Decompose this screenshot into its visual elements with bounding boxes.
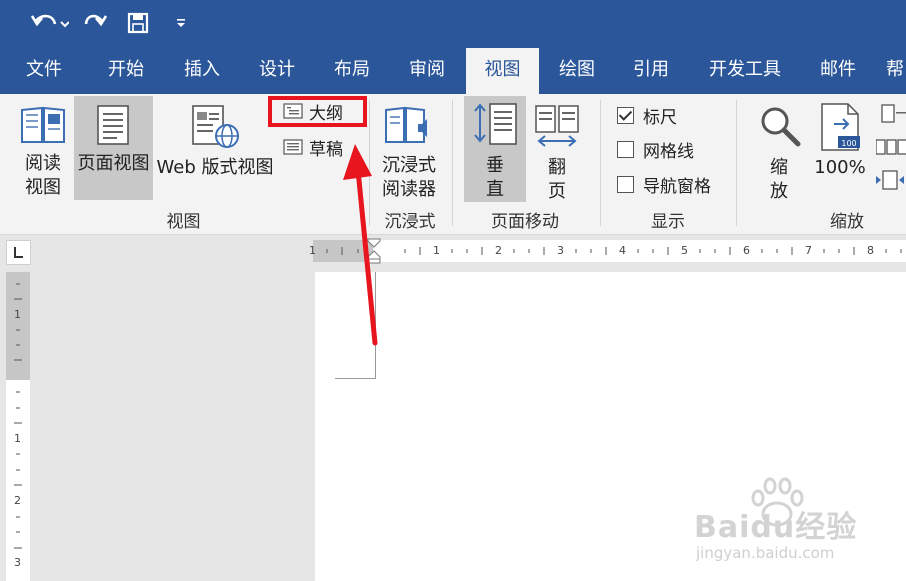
dropdown-arrow-icon: [177, 19, 185, 27]
print-layout-button[interactable]: 页面视图: [74, 96, 153, 200]
separator: [452, 100, 453, 226]
horizontal-ruler[interactable]: 1 1 2 3 4 5 6 7 8: [309, 238, 906, 264]
zoom-page-buttons: [876, 102, 906, 198]
web-layout-button[interactable]: Web 版式视图: [155, 98, 275, 202]
ruler-ticks: [326, 247, 902, 255]
left-tab-stop-icon: [14, 247, 23, 258]
web-layout-label: Web 版式视图: [156, 157, 274, 178]
redo-button[interactable]: [80, 6, 112, 40]
ruler-label: 标尺: [643, 107, 677, 128]
nav-pane-check-box[interactable]: [617, 175, 634, 193]
one-page-icon[interactable]: [876, 102, 906, 128]
draft-icon: [283, 139, 303, 155]
print-layout-label: 页面视图: [77, 153, 150, 174]
side-to-side-label-2: 页: [548, 181, 566, 202]
read-mode-label-2: 视图: [25, 177, 61, 198]
tab-developer[interactable]: 开发工具: [700, 48, 790, 94]
ruler-number: 1: [309, 244, 316, 257]
floppy-save-icon: [127, 12, 149, 34]
watermark-url: jingyan.baidu.com: [696, 544, 835, 562]
ruler-number: 1: [433, 244, 440, 257]
read-mode-label-1: 阅读: [25, 153, 61, 174]
zoom-group-label: 缩放: [830, 212, 864, 232]
gridlines-label: 网格线: [643, 141, 694, 162]
gridlines-check-box[interactable]: [617, 140, 634, 158]
nav-pane-label: 导航窗格: [643, 176, 711, 197]
zoom-100-label: 100%: [814, 157, 866, 178]
vertical-button[interactable]: 垂 直: [464, 96, 526, 202]
gridlines-checkbox[interactable]: 网格线: [617, 136, 694, 162]
zoom-label-1: 缩: [770, 157, 788, 178]
open-book-icon: [21, 106, 65, 143]
zoom-100-button[interactable]: 100 100%: [810, 98, 870, 202]
page-movement-group-label: 页面移动: [491, 212, 559, 232]
ruler-number: 5: [681, 244, 688, 257]
page-width-icon[interactable]: [876, 168, 906, 194]
ruler-number: 8: [867, 244, 874, 257]
separator: [600, 100, 601, 226]
tab-layout[interactable]: 布局: [318, 48, 386, 94]
views-group-label: 视图: [166, 212, 201, 232]
redo-arrow-icon: [84, 14, 108, 27]
draft-label: 草稿: [309, 139, 343, 160]
tab-help[interactable]: 帮: [886, 48, 906, 94]
ruler-number: 1: [14, 308, 21, 321]
tab-selector[interactable]: [6, 240, 31, 265]
ruler-number: 4: [619, 244, 626, 257]
ruler-number: 2: [14, 494, 21, 507]
zoom-button[interactable]: 缩 放: [752, 98, 806, 202]
undo-button[interactable]: [26, 6, 72, 40]
navigation-pane-checkbox[interactable]: 导航窗格: [617, 171, 711, 197]
save-button[interactable]: [124, 6, 152, 40]
vertical-label-1: 垂: [486, 155, 504, 176]
tab-mailings[interactable]: 邮件: [806, 48, 870, 94]
separator: [736, 100, 737, 226]
zoom-100-badge: 100: [841, 139, 857, 148]
side-to-side-label-1: 翻: [548, 157, 566, 178]
ribbon-view: 阅读 视图 页面视图 Web 版式视图 大纲 草稿 视图 沉浸式 阅读器 沉浸式…: [0, 94, 906, 235]
side-to-side-icon: [535, 105, 579, 147]
web-page-globe-icon: [192, 105, 239, 148]
tab-home[interactable]: 开始: [92, 48, 160, 94]
show-group-label: 显示: [651, 212, 685, 232]
ruler-check-box[interactable]: [617, 106, 634, 124]
tab-draw[interactable]: 绘图: [543, 48, 611, 94]
page-icon: [97, 105, 129, 145]
vertical-ruler[interactable]: 1 1 2 3: [6, 272, 30, 581]
tab-review[interactable]: 审阅: [393, 48, 461, 94]
customize-qat-button[interactable]: [172, 6, 190, 40]
multiple-pages-icon[interactable]: [876, 136, 906, 162]
zoom-label-2: 放: [770, 181, 788, 202]
undo-arrow-icon: [30, 14, 69, 28]
baidu-watermark: Baidu经验 jingyan.baidu.com: [694, 477, 904, 578]
tab-design[interactable]: 设计: [243, 48, 311, 94]
ruler-number: 3: [557, 244, 564, 257]
ribbon-tabs: 文件 开始 插入 设计 布局 审阅 视图 绘图 引用 开发工具 邮件 帮: [0, 48, 906, 94]
tab-insert[interactable]: 插入: [168, 48, 236, 94]
read-mode-button[interactable]: 阅读 视图: [12, 98, 74, 202]
ruler-checkbox[interactable]: 标尺: [617, 102, 677, 128]
tab-view[interactable]: 视图: [466, 48, 539, 94]
tab-references[interactable]: 引用: [617, 48, 685, 94]
title-bar: [0, 0, 906, 48]
vertical-label-2: 直: [486, 179, 504, 200]
watermark-brand: Baidu经验: [694, 510, 858, 545]
ruler-number: 1: [14, 432, 21, 445]
ruler-number: 3: [14, 556, 21, 569]
vertical-scroll-icon: [474, 103, 517, 145]
annotation-arrow: [343, 144, 378, 346]
tab-file[interactable]: 文件: [10, 48, 78, 94]
ruler-number: 2: [495, 244, 502, 257]
ruler-number: 7: [805, 244, 812, 257]
magnifier-icon: [761, 107, 801, 147]
ruler-number: 6: [743, 244, 750, 257]
side-to-side-button[interactable]: 翻 页: [528, 98, 586, 202]
highlight-box: [268, 96, 367, 127]
